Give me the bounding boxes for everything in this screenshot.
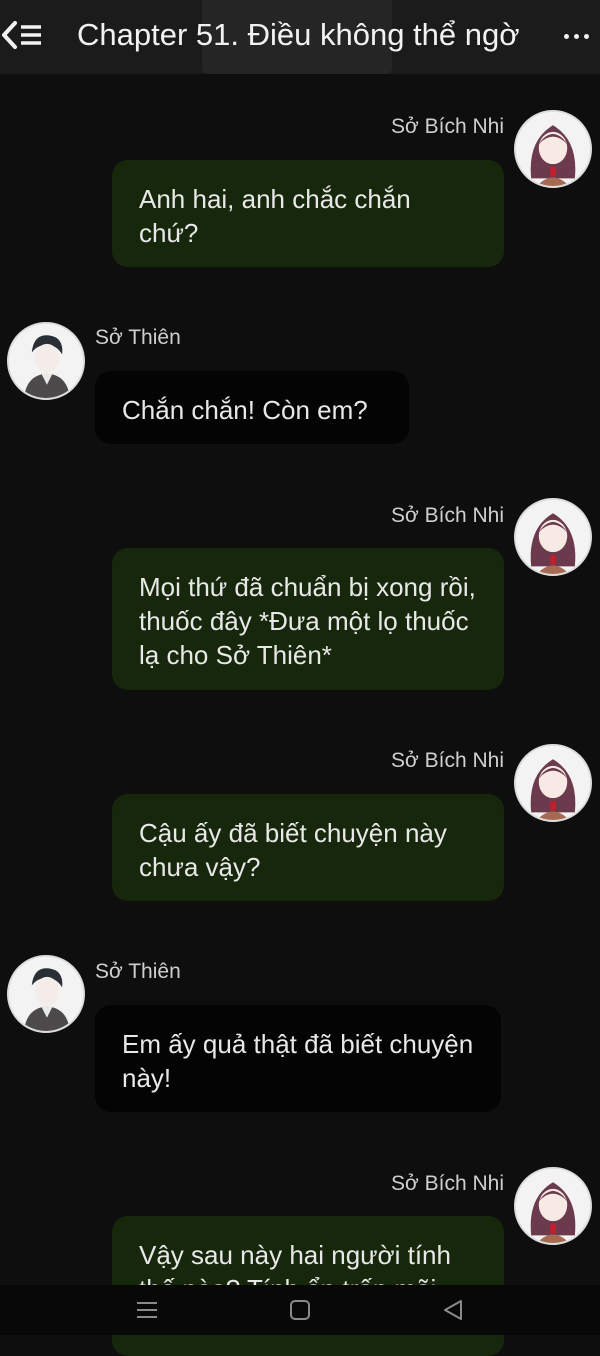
sender-name: Sở Bích Nhi <box>391 1172 504 1195</box>
sender-name: Sở Thiên <box>95 326 181 349</box>
message-bubble: Em ấy quả thật đã biết chuyện này! <box>95 1005 501 1112</box>
more-dots-icon <box>563 33 569 39</box>
menu-icon <box>137 1302 157 1318</box>
menu-button[interactable] <box>134 1297 160 1323</box>
message-bubble: Mọi thứ đã chuẩn bị xong rồi, thuốc đây … <box>112 548 504 690</box>
top-bar: Chapter 51. Điều không thể ngờ <box>0 0 600 74</box>
message-bubble: Chắn chắn! Còn em? <box>95 371 409 444</box>
sender-name: Sở Bích Nhi <box>391 504 504 527</box>
message-bubble: Anh hai, anh chắc chắn chứ? <box>112 160 504 267</box>
sender-name: Sở Bích Nhi <box>391 115 504 138</box>
avatar-so-thien[interactable] <box>7 322 85 400</box>
avatar-so-thien[interactable] <box>7 955 85 1033</box>
system-back-button[interactable] <box>440 1297 466 1323</box>
girl-avatar-icon <box>516 500 590 574</box>
girl-avatar-icon <box>516 1169 590 1243</box>
avatar-so-bich-nhi[interactable] <box>514 110 592 188</box>
home-square-icon <box>290 1300 310 1320</box>
avatar-so-bich-nhi[interactable] <box>514 744 592 822</box>
avatar-so-bich-nhi[interactable] <box>514 498 592 576</box>
back-triangle-icon <box>444 1300 462 1320</box>
boy-avatar-icon <box>9 957 83 1031</box>
more-options-button[interactable] <box>556 18 596 54</box>
message-bubble: Cậu ấy đã biết chuyện này chưa vậy? <box>112 794 504 901</box>
back-list-icon <box>1 20 45 55</box>
chapter-title: Chapter 51. Điều không thể ngờ <box>77 17 520 52</box>
sender-name: Sở Thiên <box>95 960 181 983</box>
avatar-so-bich-nhi[interactable] <box>514 1167 592 1245</box>
girl-avatar-icon <box>516 112 590 186</box>
sender-name: Sở Bích Nhi <box>391 749 504 772</box>
back-list-button[interactable] <box>0 18 46 56</box>
girl-avatar-icon <box>516 746 590 820</box>
system-nav-bar <box>0 1285 600 1335</box>
boy-avatar-icon <box>9 324 83 398</box>
home-button[interactable] <box>287 1297 313 1323</box>
